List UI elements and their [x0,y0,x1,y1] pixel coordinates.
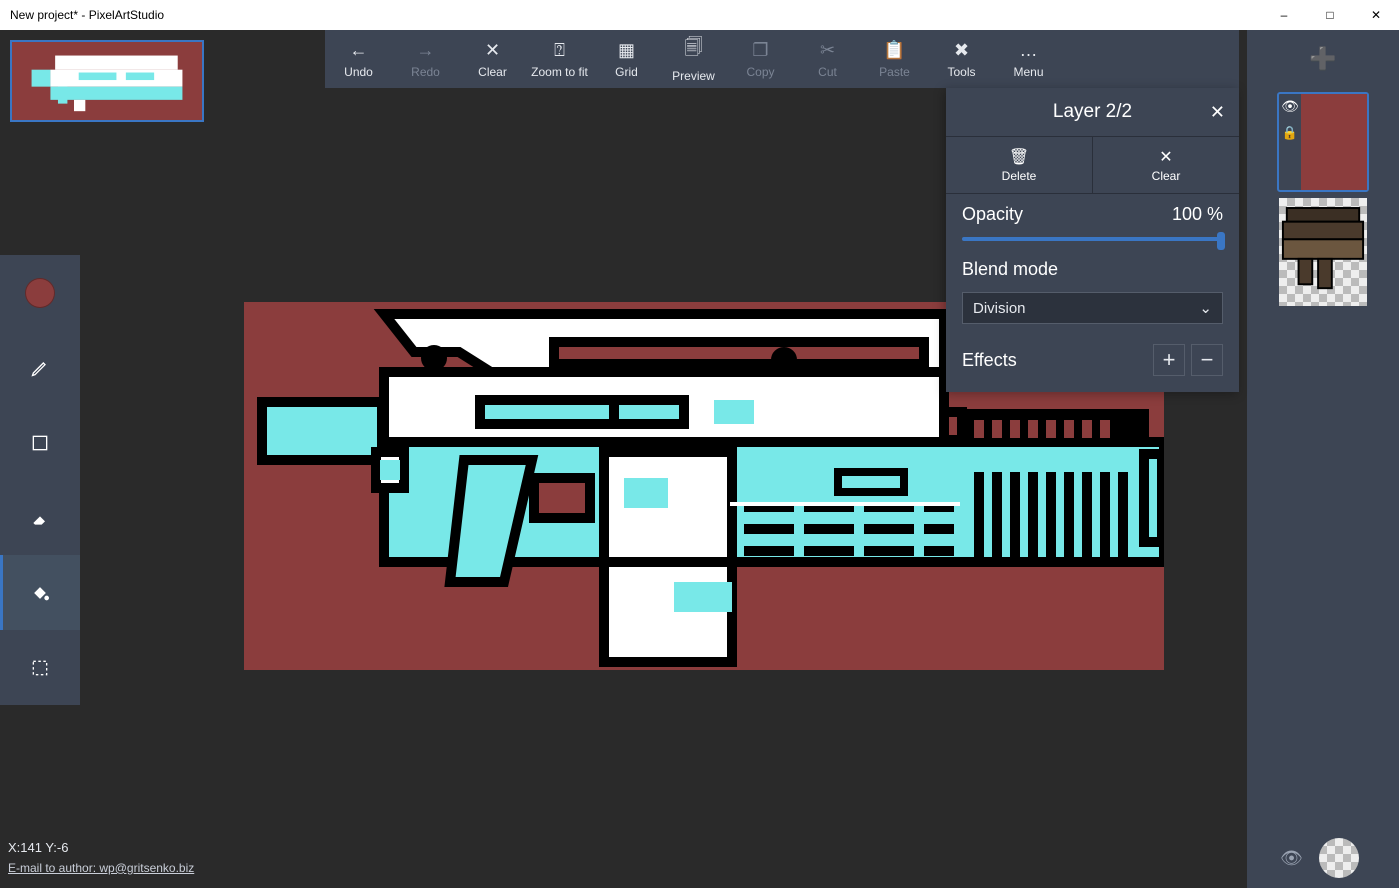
cursor-coordinates: X:141 Y:-6 [8,838,194,859]
maximize-button[interactable]: □ [1307,0,1353,30]
left-toolbox [0,255,80,705]
menu-button[interactable]: …Menu [995,30,1062,88]
tools-button[interactable]: ✖Tools [928,30,995,88]
background-controls: 👁 [1280,838,1359,878]
trash-icon: 🗑 [1009,147,1029,167]
redo-icon: → [417,40,435,61]
blend-mode-label: Blend mode [962,259,1058,280]
close-icon: ✕ [485,40,500,61]
primary-color-swatch[interactable] [25,278,55,308]
fit-icon: ⍰ [554,40,565,61]
eraser-tool[interactable] [0,480,80,555]
menu-icon: … [1020,40,1038,61]
lock-icon[interactable]: 🔒 [1282,125,1298,141]
opacity-value: 100 % [1172,204,1223,225]
color-tool[interactable] [0,255,80,330]
layer-panel-header: Layer 2/2 ✕ [946,88,1239,136]
window-title: New project* - PixelArtStudio [10,8,164,22]
eye-icon[interactable]: 👁 [1281,98,1299,115]
effects-remove-button[interactable]: − [1191,344,1223,376]
paste-button[interactable]: 📋Paste [861,30,928,88]
undo-icon: ← [350,40,368,61]
layers-sidebar: ➕ 👁 🔒 [1247,30,1399,888]
preview-icon: 🗐 [685,35,703,65]
eraser-icon [30,508,50,528]
layer-panel-title: Layer 2/2 [1053,101,1132,123]
copy-icon: ❐ [752,40,768,61]
paste-icon: 📋 [883,40,905,61]
bucket-icon [30,583,50,603]
pencil-tool[interactable] [0,330,80,405]
status-bar: X:141 Y:-6 E-mail to author: wp@gritsenk… [8,838,194,878]
opacity-label: Opacity [962,204,1023,225]
select-icon [30,658,50,678]
clear-button[interactable]: ✕Clear [459,30,526,88]
layer-thumb-2[interactable]: 👁 🔒 [1277,92,1369,192]
layer-thumb-1[interactable] [1277,196,1369,308]
close-icon: ✕ [1159,147,1172,167]
preview-button[interactable]: 🗐Preview [660,30,727,88]
background-visibility-toggle[interactable]: 👁 [1280,848,1303,869]
cut-button[interactable]: ✂Cut [794,30,861,88]
rectangle-tool[interactable] [0,405,80,480]
layer-properties-panel: Layer 2/2 ✕ 🗑 Delete ✕ Clear Opacity 100… [946,88,1239,392]
chevron-down-icon: ⌄ [1199,299,1212,317]
effects-label: Effects [962,350,1017,371]
grid-icon: ▦ [618,40,635,61]
copy-button[interactable]: ❐Copy [727,30,794,88]
opacity-slider[interactable] [962,237,1223,241]
rectangle-icon [30,433,50,453]
window-titlebar: New project* - PixelArtStudio – □ ✕ [0,0,1399,30]
main-toolbar: ←Undo →Redo ✕Clear ⍰Zoom to fit ▦Grid 🗐P… [325,30,1239,88]
redo-button[interactable]: →Redo [392,30,459,88]
grid-button[interactable]: ▦Grid [593,30,660,88]
minimize-button[interactable]: – [1261,0,1307,30]
bucket-tool[interactable] [0,555,80,630]
tools-icon: ✖ [954,40,969,61]
project-thumbnail[interactable] [10,40,204,122]
select-tool[interactable] [0,630,80,705]
layer-panel-close-button[interactable]: ✕ [1210,102,1225,123]
author-email-link[interactable]: E-mail to author: wp@gritsenko.biz [8,859,194,878]
layer-delete-button[interactable]: 🗑 Delete [946,137,1092,193]
add-layer-button[interactable]: ➕ [1247,30,1399,88]
slider-handle[interactable] [1217,232,1225,250]
close-button[interactable]: ✕ [1353,0,1399,30]
blend-mode-select[interactable]: Division ⌄ [962,292,1223,324]
pencil-icon [30,358,50,378]
background-swatch[interactable] [1319,838,1359,878]
zoom-to-fit-button[interactable]: ⍰Zoom to fit [526,30,593,88]
layer-clear-button[interactable]: ✕ Clear [1092,137,1239,193]
undo-button[interactable]: ←Undo [325,30,392,88]
effects-add-button[interactable]: + [1153,344,1185,376]
cut-icon: ✂ [820,40,835,61]
